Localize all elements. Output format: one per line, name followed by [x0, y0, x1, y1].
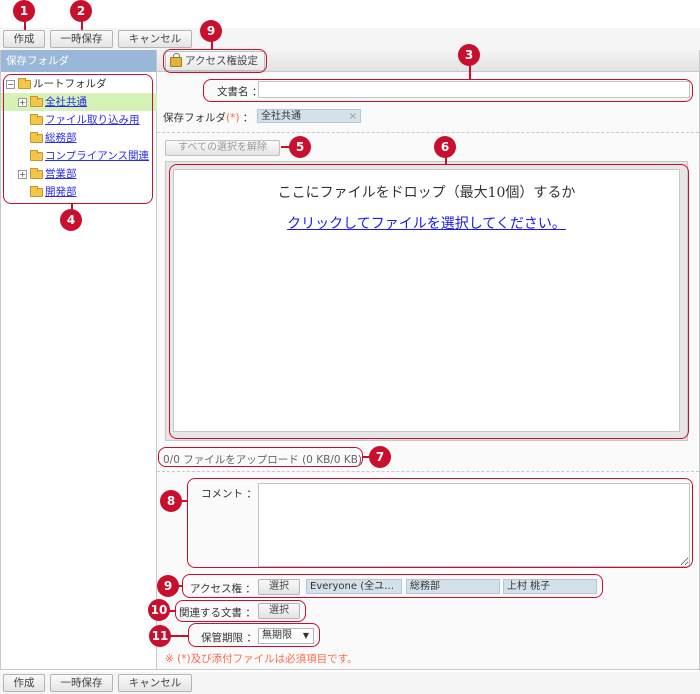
annotation-badge-11: 11	[149, 625, 171, 647]
divider	[157, 132, 699, 133]
create-button-bottom[interactable]: 作成	[3, 674, 45, 692]
annotation-badge-8: 8	[160, 490, 182, 512]
retention-value: 無期限	[262, 630, 292, 641]
doc-name-input[interactable]	[258, 81, 690, 98]
tree-item-label[interactable]: 総務部	[45, 132, 77, 144]
collapse-icon[interactable]: −	[6, 79, 15, 89]
tree-item-eigyo[interactable]: + 営業部	[18, 165, 77, 183]
annotation-badge-2: 2	[70, 0, 92, 22]
save-folder-label-text: 保存フォルダ	[163, 112, 226, 124]
save-folder-colon: ：	[242, 112, 254, 124]
retention-label: 保管期限 ：	[201, 632, 257, 644]
tree-item-compliance[interactable]: コンプライアンス関連	[30, 147, 149, 165]
folder-sidebar: 保存フォルダ − ルートフォルダ + 全社共通 ファイル取り込み用 総務部 コンプラ…	[0, 50, 157, 670]
folder-icon	[30, 167, 43, 179]
tree-item-label[interactable]: 営業部	[45, 168, 77, 180]
folder-icon	[30, 95, 43, 107]
related-docs-label: 関連する文書 ：	[179, 607, 256, 619]
annotation-badge-4: 4	[60, 209, 82, 231]
expand-icon[interactable]: +	[18, 169, 27, 179]
annotation-badge-5: 5	[289, 136, 311, 158]
tree-item-label[interactable]: 開発部	[45, 186, 77, 198]
open-folder-icon	[18, 77, 31, 89]
create-button[interactable]: 作成	[3, 30, 45, 48]
folder-icon	[30, 113, 43, 125]
sidebar-header: 保存フォルダ	[1, 50, 156, 72]
related-docs-select-button[interactable]: 選択	[258, 603, 300, 619]
main-panel: アクセス権設定 文書名 ： 保存フォルダ(*) ： 全社共通 × すべての選択を…	[157, 50, 700, 670]
tree-root[interactable]: − ルートフォルダ	[6, 75, 107, 93]
doc-name-label: 文書名 ：	[217, 86, 263, 98]
annotation-connector	[170, 635, 189, 637]
top-toolbar: 作成 一時保存 キャンセル	[0, 28, 700, 50]
annotation-badge-1: 1	[13, 0, 35, 22]
select-files-link[interactable]: クリックしてファイルを選択してください。	[174, 213, 679, 233]
access-settings-label: アクセス権設定	[185, 55, 258, 67]
tree-item-kaihatsu[interactable]: 開発部	[30, 183, 77, 201]
annotation-badge-3: 3	[458, 44, 480, 66]
file-dropzone[interactable]: ここにファイルをドロップ（最大10個）するか クリックしてファイルを選択してくだ…	[173, 169, 680, 432]
required-mark: (*)	[226, 112, 240, 124]
dropdown-arrow-icon: ▼	[302, 631, 309, 640]
retention-dropdown[interactable]: 無期限 ▼	[258, 628, 314, 644]
access-chip: 総務部	[406, 579, 500, 594]
drop-instruction: ここにファイルをドロップ（最大10個）するか	[277, 185, 576, 201]
tree-item-import[interactable]: ファイル取り込み用	[30, 111, 140, 129]
comment-label: コメント ：	[201, 488, 257, 500]
tree-item-label[interactable]: 全社共通	[45, 96, 87, 108]
temp-save-button[interactable]: 一時保存	[50, 30, 113, 48]
remove-icon[interactable]: ×	[349, 110, 357, 123]
tree-item-zensha[interactable]: + 全社共通	[1, 93, 157, 111]
tree-item-label[interactable]: ファイル取り込み用	[45, 114, 140, 126]
cancel-button[interactable]: キャンセル	[118, 30, 192, 48]
folder-icon	[30, 149, 43, 161]
access-select-button[interactable]: 選択	[258, 579, 300, 595]
save-folder-value: 全社共通	[261, 111, 301, 122]
annotation-badge-6: 6	[434, 136, 456, 158]
save-folder-label: 保存フォルダ(*) ：	[163, 110, 253, 125]
annotation-connector	[169, 610, 176, 612]
comment-textarea[interactable]	[258, 483, 690, 567]
main-tabbar: アクセス権設定	[157, 50, 699, 72]
access-settings-button[interactable]: アクセス権設定	[165, 51, 265, 71]
annotation-badge-9: 9	[200, 20, 222, 42]
temp-save-button-bottom[interactable]: 一時保存	[50, 674, 113, 692]
annotation-badge-9: 9	[157, 575, 179, 597]
folder-icon	[30, 185, 43, 197]
save-folder-chip: 全社共通 ×	[257, 109, 361, 123]
annotation-badge-10: 10	[148, 599, 170, 621]
clear-selection-button[interactable]: すべての選択を解除	[165, 140, 280, 156]
tree-item-soumu[interactable]: 総務部	[30, 129, 77, 147]
access-chip: 上村 桃子	[503, 579, 597, 594]
access-label: アクセス権 ：	[190, 583, 256, 595]
required-note: ※ (*)及び添付ファイルは必須項目です。	[165, 653, 358, 665]
access-chip: Everyone (全ユ…	[306, 579, 402, 594]
divider	[157, 471, 699, 472]
cancel-button-bottom[interactable]: キャンセル	[118, 674, 192, 692]
tree-root-label: ルートフォルダ	[33, 78, 107, 90]
folder-icon	[30, 131, 43, 143]
bottom-toolbar: 作成 一時保存 キャンセル	[0, 672, 700, 694]
dropzone-frame: ここにファイルをドロップ（最大10個）するか クリックしてファイルを選択してくだ…	[165, 161, 688, 441]
lock-icon	[170, 53, 182, 67]
annotation-badge-7: 7	[369, 446, 391, 468]
expand-icon[interactable]: +	[18, 97, 27, 107]
tree-item-label[interactable]: コンプライアンス関連	[45, 150, 149, 162]
upload-status: 0/0 ファイルをアップロード (0 KB/0 KB)	[163, 454, 363, 466]
